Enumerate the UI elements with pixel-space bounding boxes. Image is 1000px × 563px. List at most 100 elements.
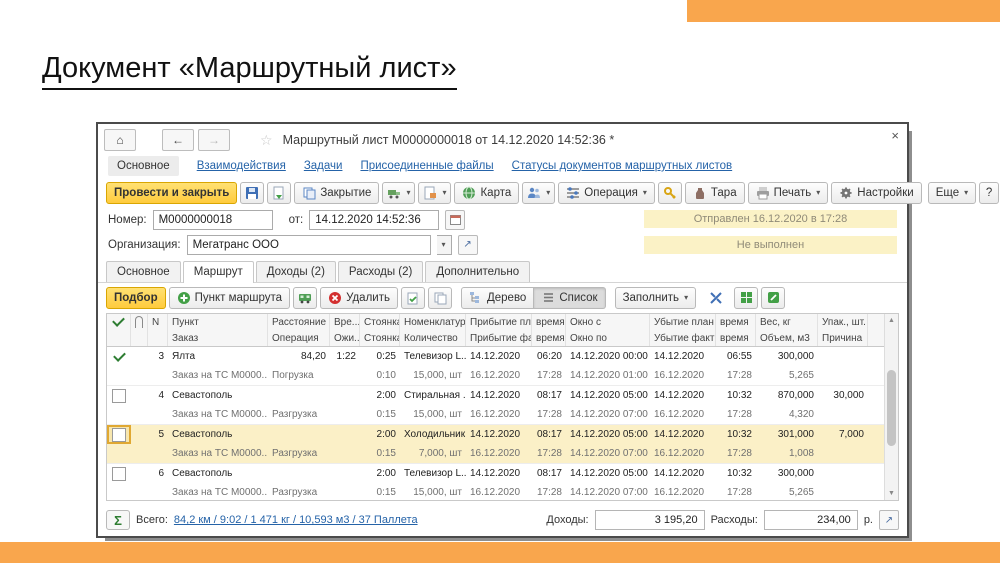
date-field[interactable]: 14.12.2020 14:52:36 [309, 210, 439, 230]
table-cell[interactable] [131, 386, 148, 405]
calendar-icon[interactable] [445, 210, 465, 230]
table-cell[interactable] [107, 386, 131, 405]
table-cell[interactable]: 16.12.2020 [466, 366, 532, 385]
header-cell[interactable]: Прибытие факт [466, 330, 532, 346]
header-cell[interactable]: время [716, 330, 756, 346]
table-cell[interactable] [131, 444, 148, 463]
save-button[interactable] [240, 182, 264, 204]
table-cell[interactable] [148, 444, 168, 463]
post-and-close-button[interactable]: Провести и закрыть [106, 182, 237, 204]
scroll-up-icon[interactable]: ▲ [885, 314, 898, 327]
table-cell[interactable]: 17:28 [532, 444, 566, 463]
table-cell[interactable]: 4 [148, 386, 168, 405]
tab-raskhody[interactable]: Расходы (2) [338, 261, 423, 282]
header-cell[interactable]: Окно с [566, 314, 650, 330]
table-cell[interactable]: 14.12.2020 00:00 [566, 347, 650, 366]
table-cell[interactable]: Разгрузка [268, 405, 330, 424]
table-cell[interactable] [148, 366, 168, 385]
table-cell[interactable]: 6 [148, 464, 168, 483]
table-cell[interactable] [107, 405, 131, 424]
delete-button[interactable]: Удалить [320, 287, 398, 309]
contacts-menu-button[interactable]: ▾ [522, 182, 555, 204]
table-cell[interactable]: Севастополь [168, 425, 268, 444]
header-cell[interactable]: Упак., шт. [818, 314, 868, 330]
header-cell[interactable] [131, 314, 148, 330]
tab-dopolnitelno[interactable]: Дополнительно [425, 261, 530, 282]
table-cell[interactable] [330, 405, 360, 424]
list-view-button[interactable]: Список [534, 287, 605, 309]
scrollbar-thumb[interactable] [887, 370, 896, 446]
tab-marshrut[interactable]: Маршрут [183, 261, 254, 283]
table-cell[interactable]: 5 [148, 425, 168, 444]
header-cell[interactable]: Заказ [168, 330, 268, 346]
table-cell[interactable]: 15,000, шт [400, 405, 466, 424]
header-cell[interactable]: Номенклатура [400, 314, 466, 330]
row-checkbox[interactable] [112, 428, 126, 442]
table-cell[interactable] [330, 366, 360, 385]
document-menu-button[interactable]: ▾ [418, 182, 451, 204]
table-cell[interactable] [148, 483, 168, 501]
chevron-down-icon[interactable]: ▾ [437, 235, 452, 255]
table-cell[interactable]: Холодильник... [400, 425, 466, 444]
header-cell[interactable]: Причина [818, 330, 868, 346]
header-cell[interactable]: время [532, 330, 566, 346]
totals-link[interactable]: 84,2 км / 9:02 / 1 471 кг / 10,593 м3 / … [174, 514, 418, 526]
table-cell[interactable]: 16.12.2020 [466, 405, 532, 424]
table-cell[interactable]: 5,265 [756, 366, 818, 385]
table-cell[interactable]: 06:20 [532, 347, 566, 366]
home-icon[interactable]: ⌂ [104, 129, 136, 151]
table-cell[interactable]: 14.12.2020 [650, 425, 716, 444]
close-icon[interactable]: × [891, 128, 899, 143]
table-cell[interactable] [107, 366, 131, 385]
header-cell[interactable]: Стоянка.. [360, 314, 400, 330]
header-cell[interactable]: время [532, 314, 566, 330]
header-cell[interactable]: Пункт [168, 314, 268, 330]
header-cell[interactable]: Стоянка [360, 330, 400, 346]
table-cell[interactable]: 3 [148, 347, 168, 366]
table-cell[interactable]: 17:28 [716, 444, 756, 463]
table-cell[interactable]: 17:28 [716, 405, 756, 424]
row-check-icon[interactable] [113, 349, 126, 362]
table-cell[interactable]: 14.12.2020 [650, 464, 716, 483]
table-cell[interactable] [107, 347, 131, 366]
table-row[interactable]: 5Севастополь2:00Холодильник...14.12.2020… [107, 424, 898, 463]
header-cell[interactable] [148, 330, 168, 346]
edit-button[interactable] [761, 287, 785, 309]
table-cell[interactable] [107, 444, 131, 463]
table-cell[interactable]: 16.12.2020 [650, 483, 716, 501]
table-cell[interactable]: 30,000 [818, 386, 868, 405]
table-cell[interactable]: 16.12.2020 [650, 405, 716, 424]
table-cell[interactable]: 0:15 [360, 483, 400, 501]
tab-osnovnoe[interactable]: Основное [106, 261, 181, 282]
table-cell[interactable]: Ялта [168, 347, 268, 366]
sigma-icon[interactable]: Σ [106, 510, 130, 530]
table-cell[interactable] [131, 483, 148, 501]
table-cell[interactable] [131, 405, 148, 424]
nav-tab-files[interactable]: Присоединенные файлы [360, 160, 493, 172]
table-cell[interactable]: 17:28 [716, 366, 756, 385]
table-row[interactable]: 3Ялта84,201:220:25Телевизор L...14.12.20… [107, 347, 898, 385]
table-cell[interactable]: 15,000, шт [400, 483, 466, 501]
table-cell[interactable]: 14.12.2020 [650, 386, 716, 405]
forward-icon[interactable]: → [198, 129, 230, 151]
table-cell[interactable] [818, 483, 868, 501]
table-cell[interactable] [330, 386, 360, 405]
table-cell[interactable]: 300,000 [756, 464, 818, 483]
table-cell[interactable] [131, 366, 148, 385]
access-key-button[interactable] [658, 182, 682, 204]
table-cell[interactable] [818, 347, 868, 366]
scroll-down-icon[interactable]: ▼ [885, 487, 898, 500]
nav-tab-statusy[interactable]: Статусы документов маршрутных листов [512, 160, 733, 172]
row-checkbox[interactable] [112, 467, 126, 481]
table-cell[interactable]: 17:28 [532, 483, 566, 501]
header-cell[interactable]: Объем, м3 [756, 330, 818, 346]
table-cell[interactable]: 4,320 [756, 405, 818, 424]
table-cell[interactable] [107, 425, 131, 444]
table-cell[interactable]: 301,000 [756, 425, 818, 444]
table-cell[interactable]: Севастополь [168, 464, 268, 483]
map-button[interactable]: Карта [454, 182, 519, 204]
table-cell[interactable] [131, 347, 148, 366]
table-row[interactable]: 4Севастополь2:00Стиральная ...14.12.2020… [107, 385, 898, 424]
table-cell[interactable]: 14.12.2020 05:00 [566, 425, 650, 444]
settings-button[interactable]: Настройки [831, 182, 921, 204]
